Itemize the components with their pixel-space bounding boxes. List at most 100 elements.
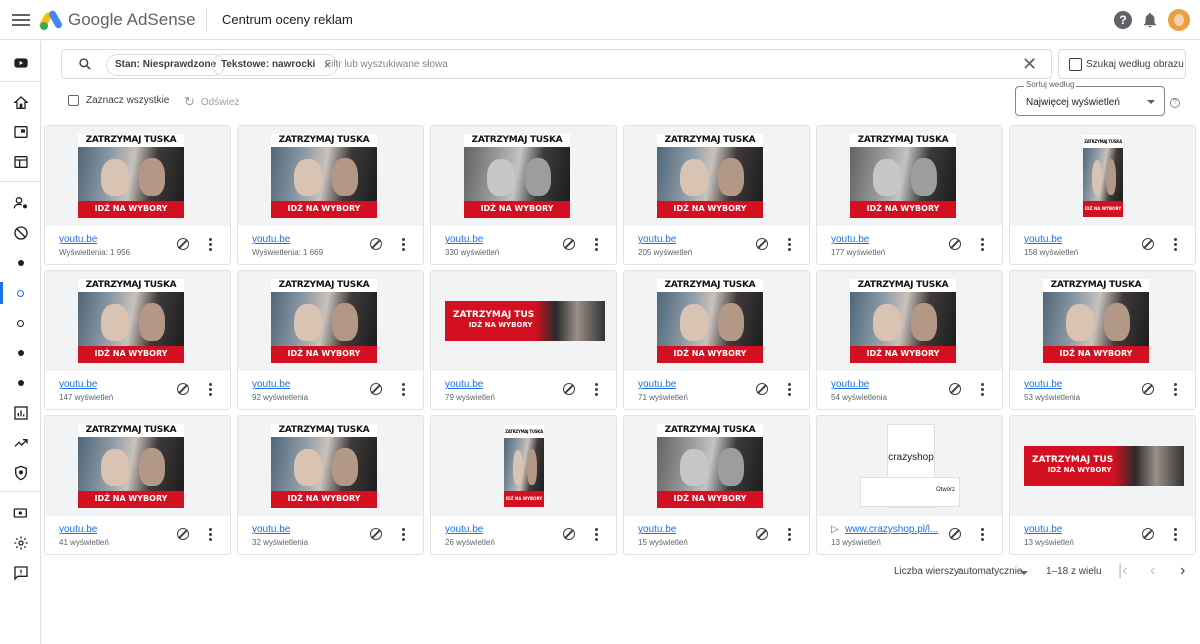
nav-blocking-controls-icon[interactable] — [0, 218, 41, 248]
help-icon[interactable]: ? — [1114, 11, 1132, 29]
ad-card[interactable]: ZATRZYMAJ TUSKA IDŹ NA WYBORY youtu.be 41 w… — [44, 415, 231, 555]
ad-destination-link[interactable]: youtu.be — [59, 234, 97, 245]
more-options-icon[interactable] — [402, 383, 406, 397]
previous-page-icon[interactable]: ‹ — [1150, 563, 1155, 579]
ad-card[interactable]: ZATRZYMAJ TUSKA IDŹ NA WYBORY youtu.be 71 w… — [623, 270, 810, 410]
ad-link-text[interactable]: youtu.be — [445, 524, 483, 535]
more-options-icon[interactable] — [788, 528, 792, 542]
ad-thumbnail[interactable]: ZATRZYMAJ TUSKA IDŹ NA WYBORY — [624, 416, 809, 516]
block-ad-icon[interactable] — [1142, 528, 1154, 540]
nav-subitem-ad-review-center[interactable] — [0, 278, 41, 308]
nav-optimization-icon[interactable] — [0, 428, 41, 458]
ad-thumbnail[interactable]: crazyshop Otwórz — [817, 416, 1002, 516]
block-ad-icon[interactable] — [370, 528, 382, 540]
ad-thumbnail[interactable]: ZATRZYMAJ TUSKA IDŹ NA WYBORY — [1010, 126, 1195, 226]
ad-destination-link[interactable]: youtu.be — [638, 379, 676, 390]
block-ad-icon[interactable] — [177, 238, 189, 250]
block-ad-icon[interactable] — [949, 528, 961, 540]
more-options-icon[interactable] — [1174, 238, 1178, 252]
ad-card[interactable]: ZATRZYMAJ TUSKA IDŹ NA WYBORY youtu.be 15 w… — [623, 415, 810, 555]
nav-subitem-dot[interactable] — [0, 248, 41, 278]
filter-search-bar[interactable]: Stan: Niesprawdzone Tekstowe: nawrocki × … — [61, 49, 1052, 79]
ad-destination-link[interactable]: youtu.be — [252, 234, 290, 245]
ad-link-text[interactable]: youtu.be — [252, 379, 290, 390]
ad-destination-link[interactable]: youtu.be — [831, 379, 869, 390]
more-options-icon[interactable] — [209, 383, 213, 397]
ad-destination-link[interactable]: youtu.be — [1024, 234, 1062, 245]
ad-destination-link[interactable]: youtu.be — [831, 234, 869, 245]
search-icon[interactable] — [78, 57, 92, 71]
block-ad-icon[interactable] — [563, 528, 575, 540]
ad-thumbnail[interactable]: ZATRZYMAJ TUSKA IDŹ NA WYBORY — [431, 416, 616, 516]
ad-link-text[interactable]: youtu.be — [831, 234, 869, 245]
ad-thumbnail[interactable]: ZATRZYMAJ TUSKA IDŹ NA WYBORY — [45, 271, 230, 371]
block-ad-icon[interactable] — [1142, 383, 1154, 395]
ad-link-text[interactable]: youtu.be — [445, 379, 483, 390]
ad-destination-link[interactable]: ▷ www.crazyshop.pl/l... — [831, 524, 938, 535]
nav-ads-icon[interactable] — [0, 117, 41, 147]
block-ad-icon[interactable] — [177, 383, 189, 395]
ad-thumbnail[interactable]: ZATRZYMAJ TUSKA IDŹ NA WYBORY — [624, 271, 809, 371]
ad-thumbnail[interactable]: ZATRZYMAJ TUSKA IDŹ NA WYBORY — [1010, 271, 1195, 371]
more-options-icon[interactable] — [981, 383, 985, 397]
sort-help-icon[interactable]: ? — [1170, 98, 1180, 108]
nav-settings-icon[interactable] — [0, 528, 41, 558]
more-options-icon[interactable] — [595, 383, 599, 397]
ad-card[interactable]: ZATRZYMAJ TUSKA IDŹ NA WYBORY youtu.be 205 … — [623, 125, 810, 265]
ad-link-text[interactable]: youtu.be — [59, 524, 97, 535]
ad-card[interactable]: crazyshop Otwórz ▷ www.crazyshop.pl/l... 13 … — [816, 415, 1003, 555]
ad-card[interactable]: ZATRZYMAJ TUSKA IDŹ NA WYBORY youtu.be 13 w… — [1009, 415, 1196, 555]
first-page-icon[interactable]: |‹ — [1118, 563, 1127, 579]
next-page-icon[interactable]: › — [1180, 563, 1185, 579]
ad-card[interactable]: ZATRZYMAJ TUSKA IDŹ NA WYBORY youtu.be Wyśw… — [237, 125, 424, 265]
main-menu-icon[interactable] — [12, 11, 30, 29]
nav-home-icon[interactable] — [0, 88, 41, 118]
block-ad-icon[interactable] — [949, 383, 961, 395]
block-ad-icon[interactable] — [949, 238, 961, 250]
ad-destination-link[interactable]: youtu.be — [1024, 379, 1062, 390]
nav-subitem-dot[interactable] — [0, 368, 41, 398]
more-options-icon[interactable] — [1174, 383, 1178, 397]
ad-link-text[interactable]: youtu.be — [831, 379, 869, 390]
nav-payments-icon[interactable] — [0, 498, 41, 528]
ad-destination-link[interactable]: youtu.be — [638, 524, 676, 535]
ad-thumbnail[interactable]: ZATRZYMAJ TUSKA IDŹ NA WYBORY — [238, 416, 423, 516]
ad-thumbnail[interactable]: ZATRZYMAJ TUSKA IDŹ NA WYBORY — [1010, 416, 1195, 516]
adsense-logo[interactable] — [38, 9, 64, 31]
ad-destination-link[interactable]: youtu.be — [1024, 524, 1062, 535]
notifications-icon[interactable] — [1141, 11, 1159, 29]
nav-sites-icon[interactable] — [0, 147, 41, 177]
nav-feedback-icon[interactable] — [0, 558, 41, 588]
ad-card[interactable]: ZATRZYMAJ TUSKA IDŹ NA WYBORY youtu.be 79 w… — [430, 270, 617, 410]
ad-link-text[interactable]: youtu.be — [1024, 524, 1062, 535]
ad-destination-link[interactable]: youtu.be — [638, 234, 676, 245]
ad-link-text[interactable]: youtu.be — [638, 379, 676, 390]
ad-destination-link[interactable]: youtu.be — [59, 379, 97, 390]
more-options-icon[interactable] — [595, 528, 599, 542]
ad-link-text[interactable]: youtu.be — [1024, 379, 1062, 390]
ad-destination-link[interactable]: youtu.be — [445, 524, 483, 535]
block-ad-icon[interactable] — [370, 238, 382, 250]
more-options-icon[interactable] — [788, 383, 792, 397]
ad-destination-link[interactable]: youtu.be — [252, 379, 290, 390]
more-options-icon[interactable] — [1174, 528, 1178, 542]
rows-per-page-select[interactable]: automatycznie — [958, 566, 1022, 577]
nav-youtube-icon[interactable] — [0, 48, 41, 78]
ad-card[interactable]: ZATRZYMAJ TUSKA IDŹ NA WYBORY youtu.be 53 w… — [1009, 270, 1196, 410]
more-options-icon[interactable] — [209, 238, 213, 252]
ad-destination-link[interactable]: youtu.be — [59, 524, 97, 535]
block-ad-icon[interactable] — [756, 238, 768, 250]
ad-link-text[interactable]: youtu.be — [252, 524, 290, 535]
block-ad-icon[interactable] — [563, 383, 575, 395]
more-options-icon[interactable] — [402, 528, 406, 542]
nav-reports-icon[interactable] — [0, 398, 41, 428]
block-ad-icon[interactable] — [756, 528, 768, 540]
search-by-image-button[interactable]: Szukaj według obrazu — [1058, 49, 1186, 79]
ad-link-text[interactable]: youtu.be — [59, 379, 97, 390]
account-avatar[interactable] — [1168, 9, 1190, 31]
ad-card[interactable]: ZATRZYMAJ TUSKA IDŹ NA WYBORY youtu.be 92 w… — [237, 270, 424, 410]
ad-card[interactable]: ZATRZYMAJ TUSKA IDŹ NA WYBORY youtu.be 177 … — [816, 125, 1003, 265]
select-all-checkbox[interactable]: Zaznacz wszystkie — [68, 95, 169, 106]
block-ad-icon[interactable] — [563, 238, 575, 250]
filter-input-placeholder[interactable]: Filtr lub wyszukiwane słowa — [325, 59, 448, 70]
